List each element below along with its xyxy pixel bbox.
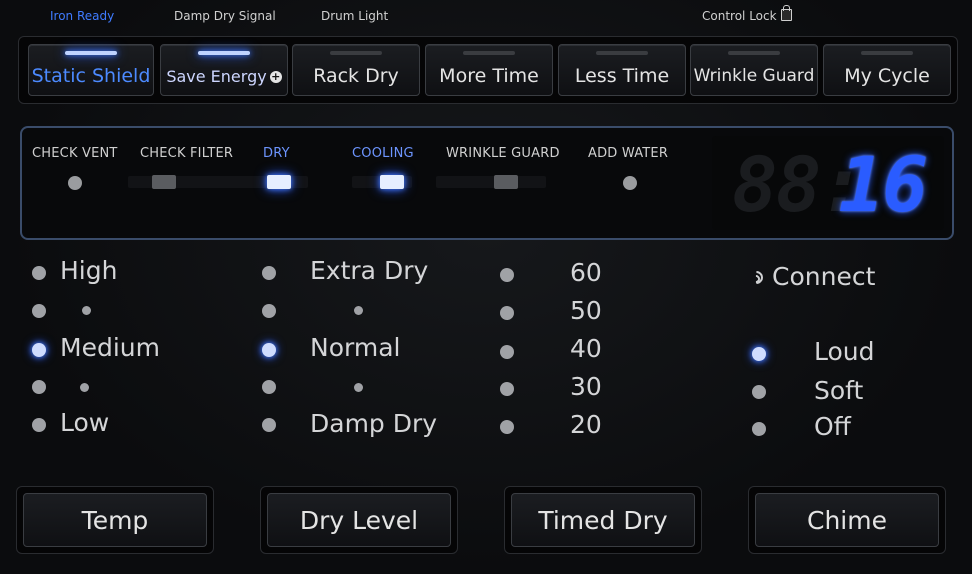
dry-level-normal-led (262, 343, 276, 357)
cycle-button-bar: Static Shield Save Energy + Rack Dry More… (18, 36, 958, 104)
chime-soft-label: Soft (814, 376, 864, 405)
temp-button-frame: Temp (16, 486, 214, 554)
control-lock-label: Control Lock (702, 5, 792, 23)
wrinkle-guard-indicator (728, 51, 780, 55)
cooling-led (380, 175, 404, 189)
timed-dry-20-label: 20 (570, 410, 602, 439)
iron-ready-label: Iron Ready (50, 9, 115, 23)
timed-dry-button[interactable]: Timed Dry (511, 493, 695, 547)
dry-level-extra-dry-label: Extra Dry (310, 256, 429, 285)
display-digits: 16 (838, 140, 928, 229)
chime-loud-label: Loud (814, 337, 875, 366)
connect-text: Connect (772, 262, 876, 291)
save-energy-label-wrap: Save Energy + (166, 66, 282, 86)
dry-label: DRY (263, 146, 290, 161)
timed-dry-30-led (500, 382, 514, 396)
dry-level-step-led-1 (262, 304, 276, 318)
timed-dry-30-label: 30 (570, 372, 602, 401)
rack-dry-indicator (330, 51, 382, 55)
temp-medium-label: Medium (60, 333, 160, 362)
save-energy-label: Save Energy (166, 66, 267, 86)
timed-dry-50-led (500, 306, 514, 320)
timed-dry-60-label: 60 (570, 258, 602, 287)
dry-level-button[interactable]: Dry Level (267, 493, 451, 547)
check-vent-label: CHECK VENT (32, 146, 118, 161)
check-filter-label: CHECK FILTER (140, 146, 234, 161)
status-panel: CHECK VENT CHECK FILTER DRY COOLING WRIN… (20, 126, 954, 240)
cooling-label: COOLING (352, 146, 414, 161)
dry-level-extra-led (262, 266, 276, 280)
dry-level-step-led-2 (262, 380, 276, 394)
temp-high-led (32, 266, 46, 280)
save-energy-indicator (198, 51, 250, 55)
more-time-indicator (463, 51, 515, 55)
temp-high-label: High (60, 256, 118, 285)
temp-medium-led (32, 343, 46, 357)
less-time-label: Less Time (574, 65, 670, 87)
check-filter-led (152, 175, 176, 189)
time-display: 88: 16 (712, 136, 944, 230)
wrinkle-guard-button[interactable]: Wrinkle Guard (690, 44, 818, 96)
less-time-indicator (596, 51, 648, 55)
check-vent-led (68, 176, 82, 190)
temp-step-led-1 (32, 304, 46, 318)
dry-level-step-mark-2 (354, 383, 363, 392)
dry-level-button-frame: Dry Level (260, 486, 458, 554)
dry-level-damp-dry-label: Damp Dry (310, 409, 438, 438)
drum-light-label: Drum Light (321, 9, 389, 23)
chime-button[interactable]: Chime (755, 493, 939, 547)
timed-dry-button-frame: Timed Dry (504, 486, 702, 554)
damp-dry-signal-label: Damp Dry Signal (174, 9, 276, 23)
temp-low-led (32, 418, 46, 432)
static-shield-button[interactable]: Static Shield (28, 44, 154, 96)
less-time-button[interactable]: Less Time (558, 44, 686, 96)
timed-dry-20-led (500, 420, 514, 434)
wrinkle-guard-label: Wrinkle Guard (693, 66, 815, 86)
lock-icon (780, 5, 792, 21)
chime-off-label: Off (814, 412, 851, 441)
dryer-control-panel: Iron Ready Damp Dry Signal Drum Light Co… (0, 0, 972, 574)
static-shield-label: Static Shield (31, 65, 151, 87)
plus-icon: + (269, 69, 282, 83)
temp-step-led-2 (32, 380, 46, 394)
wifi-icon (747, 268, 766, 287)
chime-soft-led (752, 385, 766, 399)
my-cycle-indicator (861, 51, 913, 55)
timed-dry-60-led (500, 268, 514, 282)
rack-dry-label: Rack Dry (313, 65, 399, 87)
rack-dry-button[interactable]: Rack Dry (292, 44, 420, 96)
my-cycle-label: My Cycle (844, 65, 930, 87)
chime-loud-led (752, 347, 766, 361)
chime-button-frame: Chime (748, 486, 946, 554)
temp-step-mark-2 (80, 383, 89, 392)
dry-level-normal-label: Normal (310, 333, 401, 362)
dry-level-step-mark-1 (354, 306, 363, 315)
wrinkle-guard-status-label: WRINKLE GUARD (446, 146, 560, 161)
status-track-3 (436, 176, 546, 188)
wrinkle-guard-led (494, 175, 518, 189)
temp-step-mark-1 (82, 306, 91, 315)
chime-off-led (752, 422, 766, 436)
add-water-led (623, 176, 637, 190)
timed-dry-40-label: 40 (570, 334, 602, 363)
more-time-button[interactable]: More Time (425, 44, 553, 96)
save-energy-button[interactable]: Save Energy + (160, 44, 288, 96)
static-shield-indicator (65, 51, 117, 55)
timed-dry-50-label: 50 (570, 296, 602, 325)
dry-led (267, 175, 291, 189)
control-lock-text: Control Lock (702, 9, 777, 23)
more-time-label: More Time (439, 65, 539, 87)
temp-button[interactable]: Temp (23, 493, 207, 547)
temp-low-label: Low (60, 408, 110, 437)
dry-level-damp-led (262, 418, 276, 432)
my-cycle-button[interactable]: My Cycle (823, 44, 951, 96)
add-water-label: ADD WATER (588, 146, 669, 161)
connect-label: Connect (747, 262, 876, 291)
timed-dry-40-led (500, 345, 514, 359)
